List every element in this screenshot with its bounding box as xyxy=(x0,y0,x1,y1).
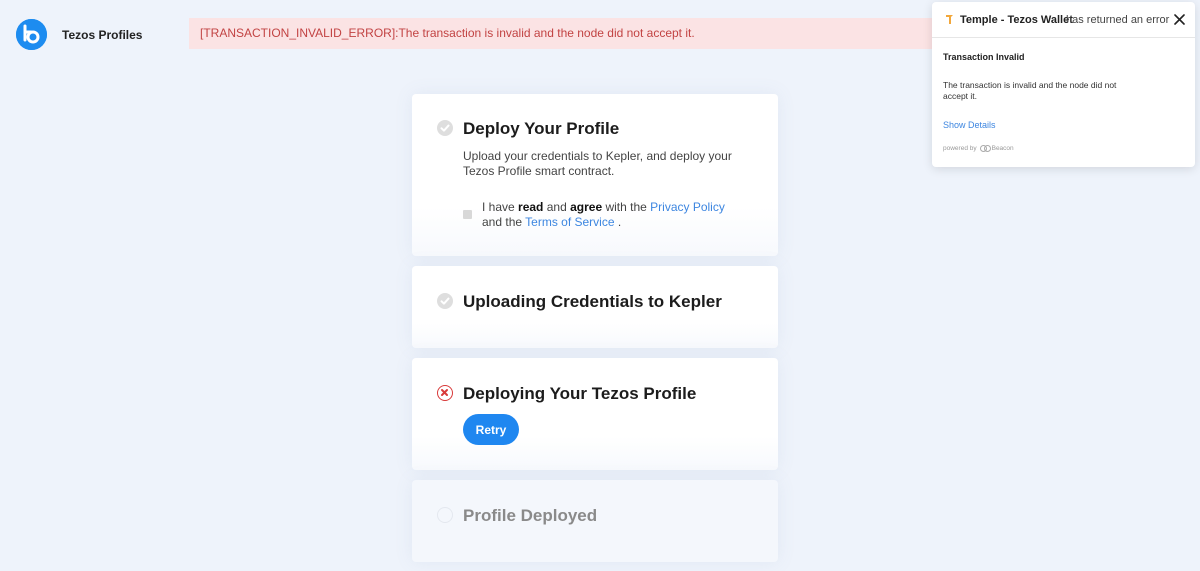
error-banner: [TRANSACTION_INVALID_ERROR]:The transact… xyxy=(189,18,959,49)
beacon-label: Beacon xyxy=(991,145,1014,153)
toast-wallet-name: Temple - Tezos Wallet xyxy=(960,14,1073,26)
retry-button[interactable]: Retry xyxy=(463,414,519,445)
step-card-deploy-profile: Deploy Your Profile Upload your credenti… xyxy=(412,94,778,256)
terms-of-service-link[interactable]: Terms of Service xyxy=(525,215,614,229)
step-title: Deploy Your Profile xyxy=(463,119,620,138)
tezos-profiles-logo[interactable] xyxy=(16,19,47,50)
consent-checkbox[interactable] xyxy=(463,210,472,219)
step-description: Upload your credentials to Kepler, and d… xyxy=(463,149,732,178)
toast-title: Transaction Invalid xyxy=(943,52,1025,62)
close-icon[interactable] xyxy=(1174,14,1185,25)
error-banner-text: [TRANSACTION_INVALID_ERROR]:The transact… xyxy=(200,26,695,40)
toast-header: Temple - Tezos Wallet has returned an er… xyxy=(932,2,1195,38)
check-circle-icon xyxy=(437,120,453,136)
step-card-deploying-profile: Deploying Your Tezos Profile Retry xyxy=(412,358,778,470)
pending-circle-icon xyxy=(437,507,453,523)
powered-by: powered by Beacon xyxy=(943,145,1014,153)
beacon-icon xyxy=(979,145,991,152)
step-title: Profile Deployed xyxy=(463,506,598,525)
app-title: Tezos Profiles xyxy=(62,28,143,42)
consent-text: I have read and agree with the Privacy P… xyxy=(482,200,725,229)
toast-body: The transaction is invalid and the node … xyxy=(943,80,1117,101)
step-card-uploading-credentials: Uploading Credentials to Kepler xyxy=(412,266,778,348)
temple-wallet-icon xyxy=(946,15,953,24)
step-title: Deploying Your Tezos Profile xyxy=(463,384,697,403)
privacy-policy-link[interactable]: Privacy Policy xyxy=(650,200,725,214)
error-circle-icon xyxy=(437,385,453,401)
consent-row: I have read and agree with the Privacy P… xyxy=(463,200,743,230)
step-title: Uploading Credentials to Kepler xyxy=(463,292,722,311)
wallet-error-toast: Temple - Tezos Wallet has returned an er… xyxy=(932,2,1195,167)
check-circle-icon xyxy=(437,293,453,309)
step-card-profile-deployed: Profile Deployed xyxy=(412,480,778,562)
show-details-link[interactable]: Show Details xyxy=(943,120,996,130)
toast-message: has returned an error xyxy=(1066,14,1170,26)
